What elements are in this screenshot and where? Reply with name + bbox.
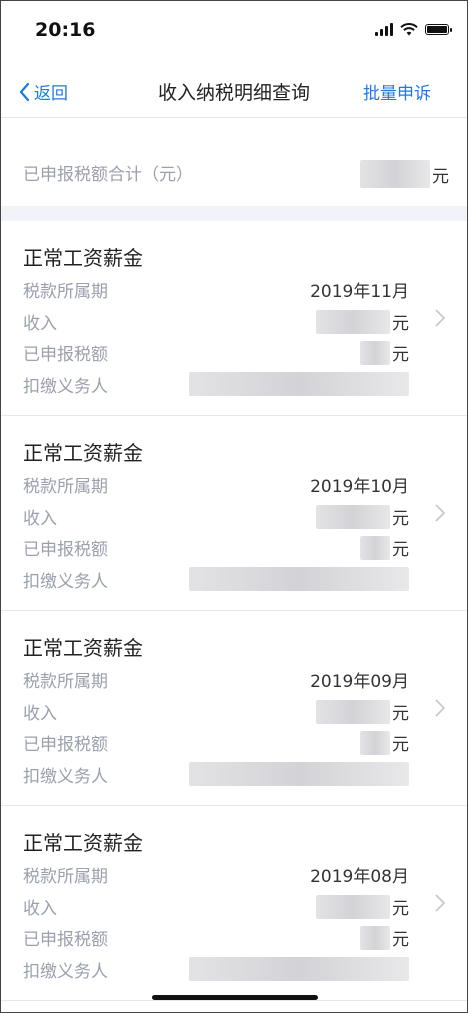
back-label: 返回 xyxy=(34,84,68,104)
redacted-value xyxy=(189,762,409,786)
redacted-value xyxy=(316,309,390,334)
income-label: 收入 xyxy=(23,509,57,529)
withholder-label: 扣缴义务人 xyxy=(23,572,108,592)
withholder-row: 扣缴义务人 xyxy=(23,957,409,982)
period-row: 税款所属期 2019年08月 xyxy=(23,862,409,887)
summary-label: 已申报税额合计（元） xyxy=(23,165,193,185)
withholder-row: 扣缴义务人 xyxy=(23,372,409,397)
record-type: 正常工资薪金 xyxy=(23,246,143,270)
withholder-label: 扣缴义务人 xyxy=(23,962,108,982)
redacted-value xyxy=(189,957,409,981)
period-label: 税款所属期 xyxy=(23,672,108,692)
record-type: 正常工资薪金 xyxy=(23,441,143,465)
income-unit: 元 xyxy=(392,899,409,919)
income-row: 收入 元 xyxy=(23,309,409,334)
period-label: 税款所属期 xyxy=(23,867,108,887)
chevron-right-icon xyxy=(435,504,445,522)
redacted-value xyxy=(360,535,390,560)
income-row: 收入 元 xyxy=(23,504,409,529)
status-icons xyxy=(375,23,452,36)
batch-appeal-button[interactable]: 批量申诉 xyxy=(363,79,431,104)
period-row: 税款所属期 2019年09月 xyxy=(23,667,409,692)
record-item[interactable]: 正常工资薪金 税款所属期 2019年11月 收入 元 已申报税额 元 扣缴义务人 xyxy=(1,221,467,416)
withholder-row: 扣缴义务人 xyxy=(23,762,409,787)
tax-row: 已申报税额 元 xyxy=(23,925,409,950)
period-row: 税款所属期 2019年10月 xyxy=(23,472,409,497)
home-indicator xyxy=(152,995,318,1000)
record-type: 正常工资薪金 xyxy=(23,636,143,660)
status-bar: 20:16 xyxy=(1,1,467,61)
redacted-value xyxy=(189,567,409,591)
tax-label: 已申报税额 xyxy=(23,930,108,950)
tax-unit: 元 xyxy=(392,540,409,560)
tax-row: 已申报税额 元 xyxy=(23,340,409,365)
income-label: 收入 xyxy=(23,899,57,919)
income-label: 收入 xyxy=(23,704,57,724)
back-button[interactable]: 返回 xyxy=(19,79,68,104)
redacted-value xyxy=(360,340,390,365)
period-value: 2019年09月 xyxy=(310,672,409,692)
income-unit: 元 xyxy=(392,704,409,724)
withholder-label: 扣缴义务人 xyxy=(23,377,108,397)
tax-summary: 已申报税额合计（元） 元 xyxy=(1,118,467,210)
record-item[interactable]: 正常工资薪金 税款所属期 2019年10月 收入 元 已申报税额 元 扣缴义务人 xyxy=(1,416,467,611)
period-value: 2019年08月 xyxy=(310,867,409,887)
section-divider xyxy=(1,206,467,221)
income-unit: 元 xyxy=(392,509,409,529)
period-value: 2019年11月 xyxy=(310,282,409,302)
record-list: 正常工资薪金 税款所属期 2019年11月 收入 元 已申报税额 元 扣缴义务人… xyxy=(1,221,467,1001)
withholder-label: 扣缴义务人 xyxy=(23,767,108,787)
chevron-left-icon xyxy=(19,82,30,101)
period-row: 税款所属期 2019年11月 xyxy=(23,277,409,302)
redacted-value xyxy=(360,730,390,755)
income-row: 收入 元 xyxy=(23,699,409,724)
redacted-value xyxy=(360,160,430,188)
signal-icon xyxy=(375,23,393,36)
withholder-row: 扣缴义务人 xyxy=(23,567,409,592)
record-item[interactable]: 正常工资薪金 税款所属期 2019年09月 收入 元 已申报税额 元 扣缴义务人 xyxy=(1,611,467,806)
tax-label: 已申报税额 xyxy=(23,345,108,365)
battery-icon xyxy=(425,24,452,35)
period-label: 税款所属期 xyxy=(23,282,108,302)
redacted-value xyxy=(189,372,409,396)
summary-unit: 元 xyxy=(432,166,449,187)
redacted-value xyxy=(360,925,390,950)
redacted-value xyxy=(316,699,390,724)
tax-unit: 元 xyxy=(392,930,409,950)
summary-value: 元 xyxy=(360,160,449,188)
tax-unit: 元 xyxy=(392,345,409,365)
chevron-right-icon xyxy=(435,894,445,912)
redacted-value xyxy=(316,894,390,919)
tax-row: 已申报税额 元 xyxy=(23,535,409,560)
record-item[interactable]: 正常工资薪金 税款所属期 2019年08月 收入 元 已申报税额 元 扣缴义务人 xyxy=(1,806,467,1001)
redacted-value xyxy=(316,504,390,529)
status-time: 20:16 xyxy=(35,19,96,41)
tax-label: 已申报税额 xyxy=(23,735,108,755)
income-row: 收入 元 xyxy=(23,894,409,919)
record-type: 正常工资薪金 xyxy=(23,831,143,855)
chevron-right-icon xyxy=(435,309,445,327)
chevron-right-icon xyxy=(435,699,445,717)
period-label: 税款所属期 xyxy=(23,477,108,497)
tax-row: 已申报税额 元 xyxy=(23,730,409,755)
tax-unit: 元 xyxy=(392,735,409,755)
nav-bar: 返回 收入纳税明细查询 批量申诉 xyxy=(1,61,467,118)
income-label: 收入 xyxy=(23,314,57,334)
income-unit: 元 xyxy=(392,314,409,334)
wifi-icon xyxy=(400,23,418,36)
tax-label: 已申报税额 xyxy=(23,540,108,560)
period-value: 2019年10月 xyxy=(310,477,409,497)
